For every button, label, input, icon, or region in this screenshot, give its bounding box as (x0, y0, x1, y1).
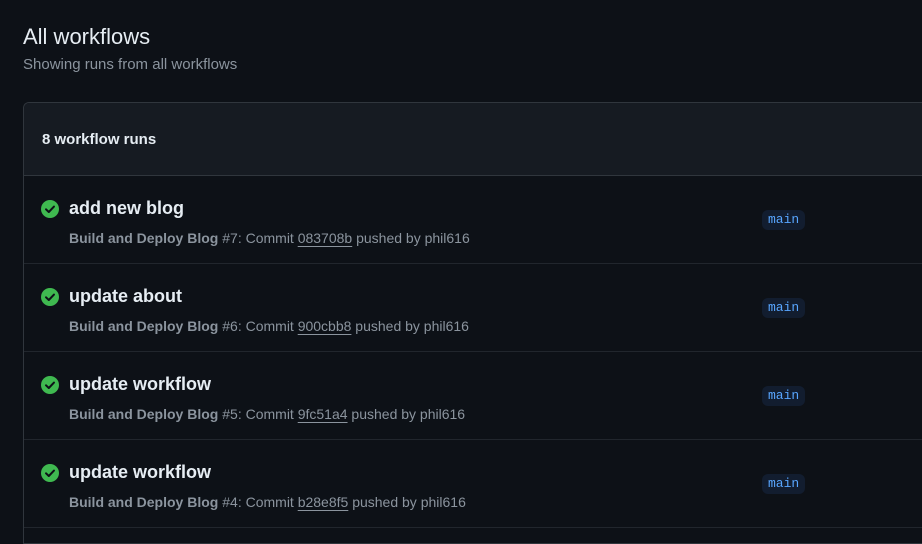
page-title: All workflows (23, 24, 151, 49)
commit-prefix: : Commit (237, 230, 298, 246)
page-subtitle: Showing runs from all workflows (23, 56, 238, 73)
commit-prefix: : Commit (237, 406, 298, 422)
commit-prefix: : Commit (237, 318, 298, 334)
workflow-run-row[interactable]: update workflow Build and Deploy Blog #5… (24, 352, 922, 440)
run-title-link[interactable]: update about (69, 285, 182, 307)
pushed-by-text: pushed by phil616 (348, 494, 466, 510)
workflow-runs-header: 8 workflow runs (24, 103, 922, 176)
run-title-link[interactable]: add new blog (69, 197, 184, 219)
run-number: #6 (222, 318, 238, 334)
check-circle-icon (41, 464, 59, 482)
run-meta: Build and Deploy Blog #5: Commit 9fc51a4… (69, 405, 465, 423)
commit-prefix: : Commit (237, 494, 298, 510)
workflow-name: Build and Deploy Blog (69, 406, 219, 422)
workflow-runs-panel: 8 workflow runs add new blog Build and D… (23, 102, 922, 544)
run-meta: Build and Deploy Blog #6: Commit 900cbb8… (69, 317, 469, 335)
branch-badge[interactable]: main (762, 386, 806, 406)
commit-sha-link[interactable]: b28e8f5 (298, 494, 349, 510)
run-number: #7 (222, 230, 238, 246)
commit-sha-link[interactable]: 900cbb8 (298, 318, 352, 334)
run-meta: Build and Deploy Blog #7: Commit 083708b… (69, 229, 470, 247)
run-title-link[interactable]: update workflow (69, 373, 211, 395)
branch-badge[interactable]: main (762, 474, 806, 494)
run-number: #5 (222, 406, 238, 422)
check-circle-icon (41, 200, 59, 218)
workflow-run-row[interactable]: update about Build and Deploy Blog #6: C… (24, 264, 922, 352)
pushed-by-text: pushed by phil616 (347, 406, 466, 422)
pushed-by-text: pushed by phil616 (352, 230, 470, 246)
workflow-runs-count: 8 workflow runs (42, 130, 157, 148)
workflow-run-row[interactable]: update workflow Build and Deploy Blog #4… (24, 440, 922, 528)
workflow-name: Build and Deploy Blog (69, 494, 219, 510)
workflow-name: Build and Deploy Blog (69, 318, 219, 334)
run-title-link[interactable]: update workflow (69, 461, 211, 483)
pushed-by-text: pushed by phil616 (351, 318, 469, 334)
commit-sha-link[interactable]: 083708b (298, 230, 353, 246)
branch-badge[interactable]: main (762, 210, 806, 230)
check-circle-icon (41, 376, 59, 394)
workflow-run-row[interactable]: add new blog Build and Deploy Blog #7: C… (24, 176, 922, 264)
run-number: #4 (222, 494, 238, 510)
workflow-name: Build and Deploy Blog (69, 230, 219, 246)
page-header: All workflows Showing runs from all work… (23, 23, 237, 75)
check-circle-icon (41, 288, 59, 306)
branch-badge[interactable]: main (762, 298, 806, 318)
run-meta: Build and Deploy Blog #4: Commit b28e8f5… (69, 493, 466, 511)
commit-sha-link[interactable]: 9fc51a4 (298, 406, 348, 422)
